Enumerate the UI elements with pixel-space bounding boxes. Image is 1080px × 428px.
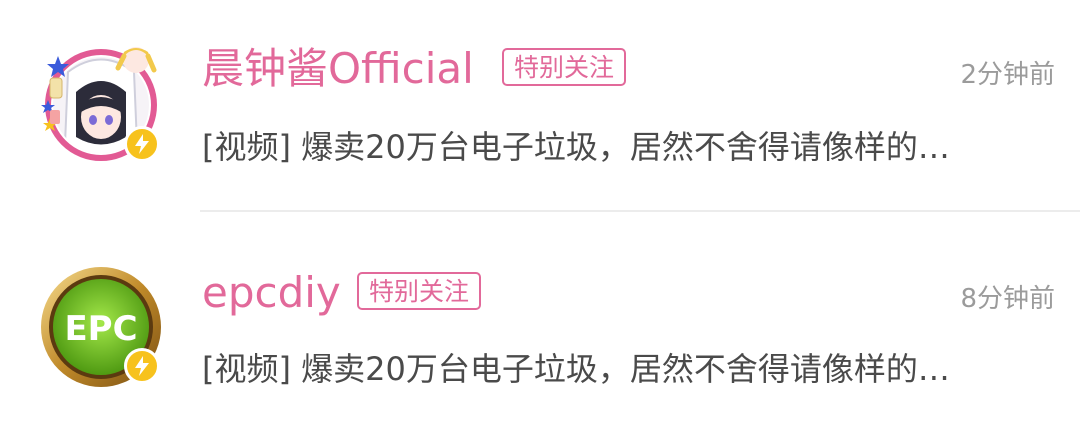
avatar[interactable]	[38, 42, 164, 168]
lightning-badge-icon	[124, 126, 160, 162]
timestamp: 8分钟前	[960, 284, 1055, 314]
special-follow-badge: 特别关注	[357, 272, 482, 310]
message-preview[interactable]: [视频] 爆卖20万台电子垃圾，居然不舍得请像样的…	[202, 122, 1042, 168]
timestamp: 2分钟前	[960, 60, 1055, 90]
sender-name[interactable]: 晨钟酱Official	[202, 44, 474, 94]
message-preview[interactable]: [视频] 爆卖20万台电子垃圾，居然不舍得请像样的…	[202, 344, 1042, 390]
avatar[interactable]: EPC	[38, 264, 164, 390]
message-list: 晨钟酱Official 特别关注 2分钟前 [视频] 爆卖20万台电子垃圾，居然…	[0, 0, 1080, 428]
lightning-badge-icon	[124, 348, 160, 384]
message-row[interactable]: 晨钟酱Official 特别关注 2分钟前 [视频] 爆卖20万台电子垃圾，居然…	[0, 0, 1080, 212]
svg-text:EPC: EPC	[64, 309, 137, 349]
message-row[interactable]: EPC epcdiy 特别关注 8分钟前 [视频] 爆卖20万台电子垃圾，居然不…	[0, 214, 1080, 424]
divider	[200, 210, 1080, 212]
sender-name[interactable]: epcdiy	[202, 268, 341, 318]
special-follow-badge: 特别关注	[502, 48, 627, 86]
